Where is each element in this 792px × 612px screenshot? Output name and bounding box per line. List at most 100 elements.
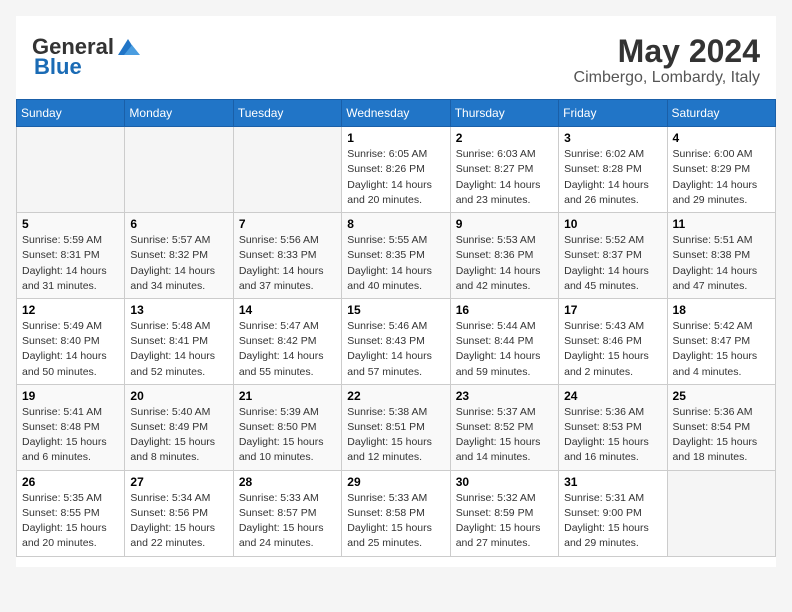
day-number: 26 xyxy=(22,475,119,489)
day-number: 31 xyxy=(564,475,661,489)
day-number: 23 xyxy=(456,389,553,403)
day-info: Sunrise: 5:31 AM Sunset: 9:00 PM Dayligh… xyxy=(564,491,661,552)
day-number: 14 xyxy=(239,303,336,317)
calendar-cell: 23 Sunrise: 5:37 AM Sunset: 8:52 PM Dayli… xyxy=(450,384,558,470)
calendar-cell: 28 Sunrise: 5:33 AM Sunset: 8:57 PM Dayli… xyxy=(233,470,341,556)
day-number: 18 xyxy=(673,303,770,317)
calendar-week-row: 1 Sunrise: 6:05 AM Sunset: 8:26 PM Daylig… xyxy=(17,127,776,213)
day-number: 9 xyxy=(456,217,553,231)
calendar-cell: 26 Sunrise: 5:35 AM Sunset: 8:55 PM Dayli… xyxy=(17,470,125,556)
day-info: Sunrise: 5:49 AM Sunset: 8:40 PM Dayligh… xyxy=(22,319,119,380)
day-number: 13 xyxy=(130,303,227,317)
day-number: 27 xyxy=(130,475,227,489)
day-info: Sunrise: 5:55 AM Sunset: 8:35 PM Dayligh… xyxy=(347,233,444,294)
day-info: Sunrise: 5:39 AM Sunset: 8:50 PM Dayligh… xyxy=(239,405,336,466)
calendar-cell: 24 Sunrise: 5:36 AM Sunset: 8:53 PM Dayli… xyxy=(559,384,667,470)
day-number: 28 xyxy=(239,475,336,489)
day-info: Sunrise: 5:57 AM Sunset: 8:32 PM Dayligh… xyxy=(130,233,227,294)
day-header-sunday: Sunday xyxy=(17,100,125,127)
calendar-table: SundayMondayTuesdayWednesdayThursdayFrid… xyxy=(16,99,776,556)
day-info: Sunrise: 5:44 AM Sunset: 8:44 PM Dayligh… xyxy=(456,319,553,380)
calendar-cell xyxy=(125,127,233,213)
calendar-container: General Blue May 2024 Cimbergo, Lombardy… xyxy=(16,16,776,567)
day-number: 16 xyxy=(456,303,553,317)
day-info: Sunrise: 5:36 AM Sunset: 8:53 PM Dayligh… xyxy=(564,405,661,466)
day-header-saturday: Saturday xyxy=(667,100,775,127)
calendar-cell: 19 Sunrise: 5:41 AM Sunset: 8:48 PM Dayli… xyxy=(17,384,125,470)
calendar-cell: 16 Sunrise: 5:44 AM Sunset: 8:44 PM Dayli… xyxy=(450,298,558,384)
day-number: 1 xyxy=(347,131,444,145)
day-number: 24 xyxy=(564,389,661,403)
day-info: Sunrise: 5:42 AM Sunset: 8:47 PM Dayligh… xyxy=(673,319,770,380)
day-info: Sunrise: 6:03 AM Sunset: 8:27 PM Dayligh… xyxy=(456,147,553,208)
day-info: Sunrise: 5:32 AM Sunset: 8:59 PM Dayligh… xyxy=(456,491,553,552)
calendar-cell: 13 Sunrise: 5:48 AM Sunset: 8:41 PM Dayli… xyxy=(125,298,233,384)
day-info: Sunrise: 5:34 AM Sunset: 8:56 PM Dayligh… xyxy=(130,491,227,552)
day-header-monday: Monday xyxy=(125,100,233,127)
calendar-cell: 15 Sunrise: 5:46 AM Sunset: 8:43 PM Dayli… xyxy=(342,298,450,384)
calendar-cell: 22 Sunrise: 5:38 AM Sunset: 8:51 PM Dayli… xyxy=(342,384,450,470)
calendar-cell xyxy=(17,127,125,213)
day-info: Sunrise: 6:02 AM Sunset: 8:28 PM Dayligh… xyxy=(564,147,661,208)
calendar-week-row: 19 Sunrise: 5:41 AM Sunset: 8:48 PM Dayli… xyxy=(17,384,776,470)
day-info: Sunrise: 5:48 AM Sunset: 8:41 PM Dayligh… xyxy=(130,319,227,380)
day-number: 10 xyxy=(564,217,661,231)
day-info: Sunrise: 5:43 AM Sunset: 8:46 PM Dayligh… xyxy=(564,319,661,380)
day-number: 11 xyxy=(673,217,770,231)
calendar-cell: 5 Sunrise: 5:59 AM Sunset: 8:31 PM Daylig… xyxy=(17,213,125,299)
calendar-cell: 2Sunrise: 6:03 AM Sunset: 8:27 PM Daylig… xyxy=(450,127,558,213)
calendar-cell: 8 Sunrise: 5:55 AM Sunset: 8:35 PM Daylig… xyxy=(342,213,450,299)
calendar-cell: 18 Sunrise: 5:42 AM Sunset: 8:47 PM Dayli… xyxy=(667,298,775,384)
day-header-wednesday: Wednesday xyxy=(342,100,450,127)
day-info: Sunrise: 5:51 AM Sunset: 8:38 PM Dayligh… xyxy=(673,233,770,294)
day-info: Sunrise: 5:56 AM Sunset: 8:33 PM Dayligh… xyxy=(239,233,336,294)
calendar-cell: 12 Sunrise: 5:49 AM Sunset: 8:40 PM Dayli… xyxy=(17,298,125,384)
day-number: 3 xyxy=(564,131,661,145)
day-info: Sunrise: 5:37 AM Sunset: 8:52 PM Dayligh… xyxy=(456,405,553,466)
day-number: 7 xyxy=(239,217,336,231)
day-number: 19 xyxy=(22,389,119,403)
calendar-cell: 3 Sunrise: 6:02 AM Sunset: 8:28 PM Daylig… xyxy=(559,127,667,213)
calendar-cell: 25Sunrise: 5:36 AM Sunset: 8:54 PM Dayli… xyxy=(667,384,775,470)
day-info: Sunrise: 5:46 AM Sunset: 8:43 PM Dayligh… xyxy=(347,319,444,380)
calendar-week-row: 26 Sunrise: 5:35 AM Sunset: 8:55 PM Dayli… xyxy=(17,470,776,556)
day-number: 17 xyxy=(564,303,661,317)
day-number: 12 xyxy=(22,303,119,317)
day-info: Sunrise: 5:53 AM Sunset: 8:36 PM Dayligh… xyxy=(456,233,553,294)
day-info: Sunrise: 5:33 AM Sunset: 8:57 PM Dayligh… xyxy=(239,491,336,552)
calendar-cell: 17 Sunrise: 5:43 AM Sunset: 8:46 PM Dayli… xyxy=(559,298,667,384)
day-info: Sunrise: 5:59 AM Sunset: 8:31 PM Dayligh… xyxy=(22,233,119,294)
day-info: Sunrise: 5:33 AM Sunset: 8:58 PM Dayligh… xyxy=(347,491,444,552)
title-section: May 2024 Cimbergo, Lombardy, Italy xyxy=(574,34,760,87)
calendar-header-row: SundayMondayTuesdayWednesdayThursdayFrid… xyxy=(17,100,776,127)
calendar-cell: 31 Sunrise: 5:31 AM Sunset: 9:00 PM Dayli… xyxy=(559,470,667,556)
day-number: 8 xyxy=(347,217,444,231)
day-number: 21 xyxy=(239,389,336,403)
day-number: 15 xyxy=(347,303,444,317)
day-number: 20 xyxy=(130,389,227,403)
day-number: 4 xyxy=(673,131,770,145)
calendar-cell: 4Sunrise: 6:00 AM Sunset: 8:29 PM Daylig… xyxy=(667,127,775,213)
logo: General Blue xyxy=(32,34,140,80)
day-number: 6 xyxy=(130,217,227,231)
calendar-week-row: 5 Sunrise: 5:59 AM Sunset: 8:31 PM Daylig… xyxy=(17,213,776,299)
calendar-cell: 6 Sunrise: 5:57 AM Sunset: 8:32 PM Daylig… xyxy=(125,213,233,299)
day-info: Sunrise: 5:52 AM Sunset: 8:37 PM Dayligh… xyxy=(564,233,661,294)
calendar-cell xyxy=(667,470,775,556)
calendar-cell xyxy=(233,127,341,213)
header: General Blue May 2024 Cimbergo, Lombardy… xyxy=(16,26,776,99)
day-info: Sunrise: 5:41 AM Sunset: 8:48 PM Dayligh… xyxy=(22,405,119,466)
calendar-cell: 29 Sunrise: 5:33 AM Sunset: 8:58 PM Dayli… xyxy=(342,470,450,556)
calendar-cell: 30Sunrise: 5:32 AM Sunset: 8:59 PM Dayli… xyxy=(450,470,558,556)
calendar-cell: 20 Sunrise: 5:40 AM Sunset: 8:49 PM Dayli… xyxy=(125,384,233,470)
day-info: Sunrise: 6:05 AM Sunset: 8:26 PM Dayligh… xyxy=(347,147,444,208)
day-number: 29 xyxy=(347,475,444,489)
day-info: Sunrise: 5:35 AM Sunset: 8:55 PM Dayligh… xyxy=(22,491,119,552)
logo-blue-text: Blue xyxy=(34,54,82,80)
day-info: Sunrise: 5:38 AM Sunset: 8:51 PM Dayligh… xyxy=(347,405,444,466)
month-title: May 2024 xyxy=(574,34,760,69)
day-number: 5 xyxy=(22,217,119,231)
day-number: 22 xyxy=(347,389,444,403)
day-info: Sunrise: 5:40 AM Sunset: 8:49 PM Dayligh… xyxy=(130,405,227,466)
calendar-cell: 14Sunrise: 5:47 AM Sunset: 8:42 PM Dayli… xyxy=(233,298,341,384)
